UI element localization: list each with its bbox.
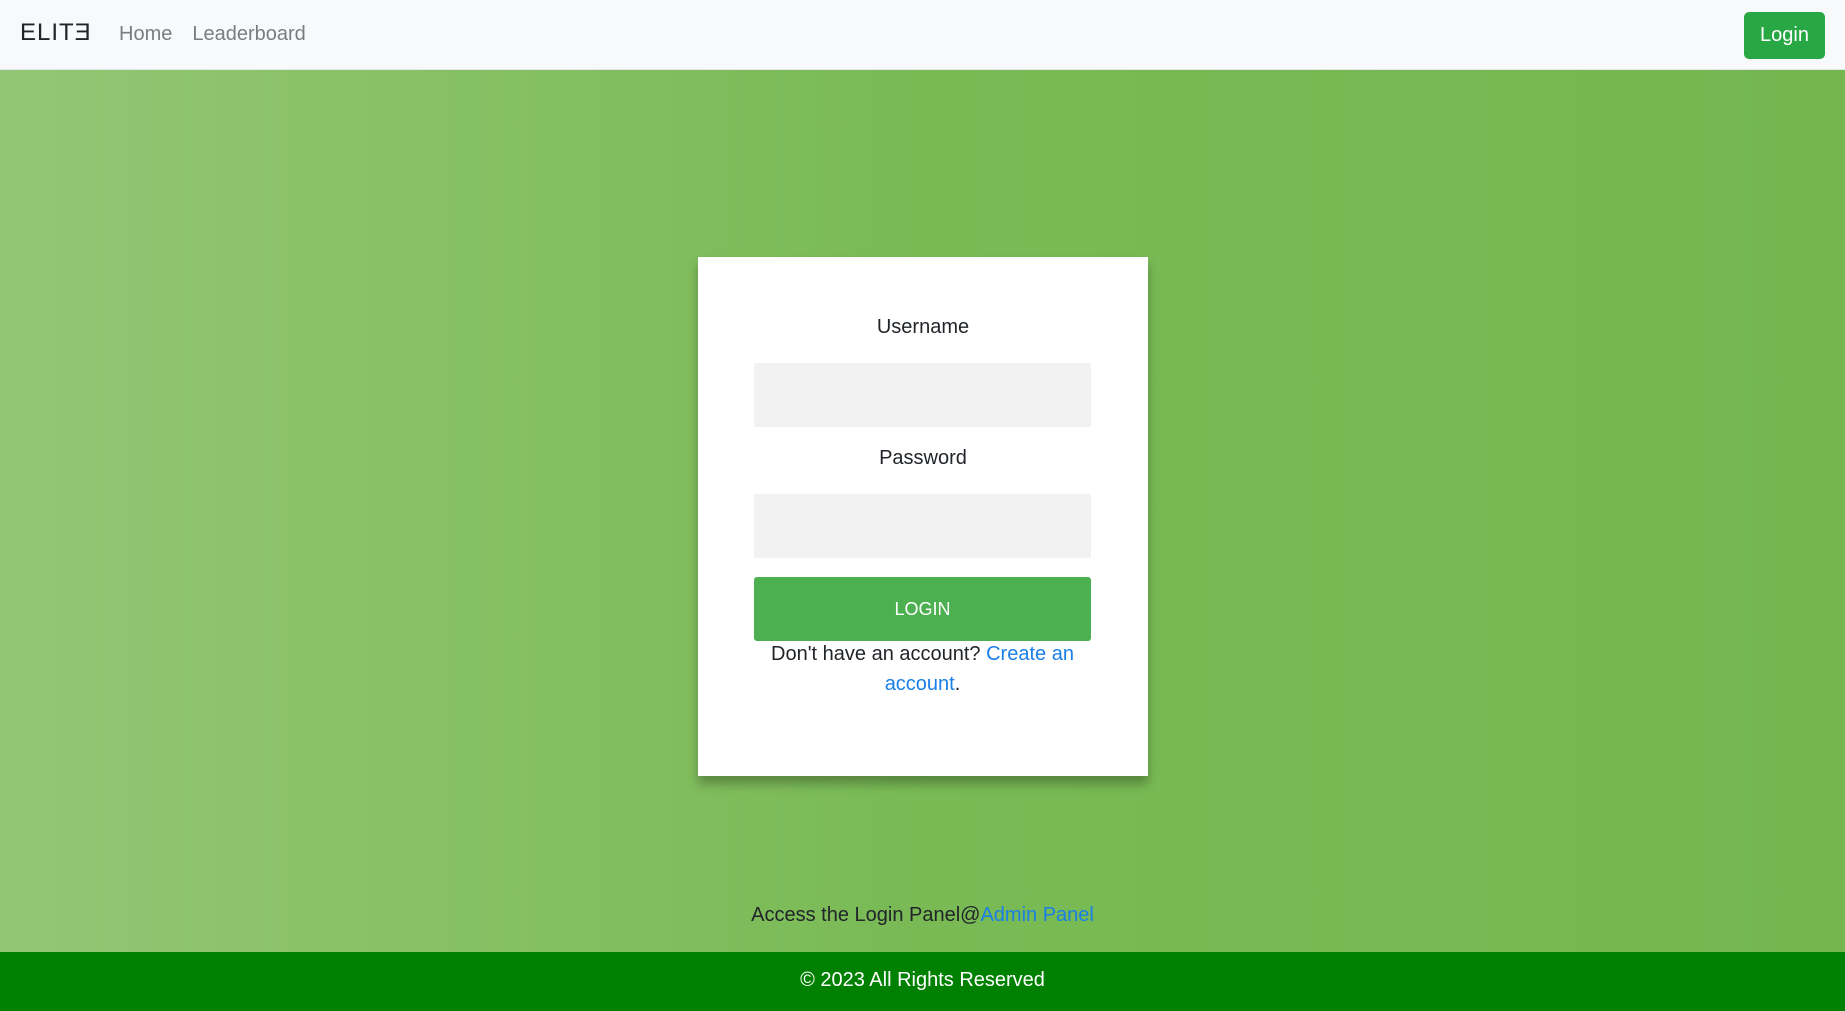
footer-copyright: © 2023 All Rights Reserved — [800, 969, 1045, 991]
footer: © 2023 All Rights Reserved — [0, 952, 1845, 1011]
password-label: Password — [879, 447, 967, 469]
nav-links: Home Leaderboard — [119, 23, 306, 46]
brand-logo[interactable]: ELITƎ — [20, 19, 92, 47]
navbar-login-button[interactable]: Login — [1744, 12, 1825, 59]
signup-suffix: . — [954, 673, 961, 695]
admin-prefix: Access the Login Panel@ — [751, 904, 981, 926]
signup-prefix: Don't have an account? — [771, 643, 987, 665]
password-input[interactable] — [754, 494, 1091, 558]
login-submit-button[interactable]: LOGIN — [754, 577, 1091, 641]
login-card: Username Password LOGIN Don't have an ac… — [698, 257, 1148, 776]
admin-panel-line: Access the Login Panel@Admin Panel — [0, 904, 1845, 927]
username-input[interactable] — [754, 363, 1091, 427]
signup-prompt: Don't have an account? Create an account… — [754, 639, 1091, 699]
admin-panel-link[interactable]: Admin Panel — [980, 904, 1093, 926]
navbar: ELITƎ Home Leaderboard Login — [0, 0, 1845, 70]
username-label: Username — [876, 316, 970, 338]
nav-link-leaderboard[interactable]: Leaderboard — [192, 23, 305, 46]
nav-link-home[interactable]: Home — [119, 23, 172, 46]
